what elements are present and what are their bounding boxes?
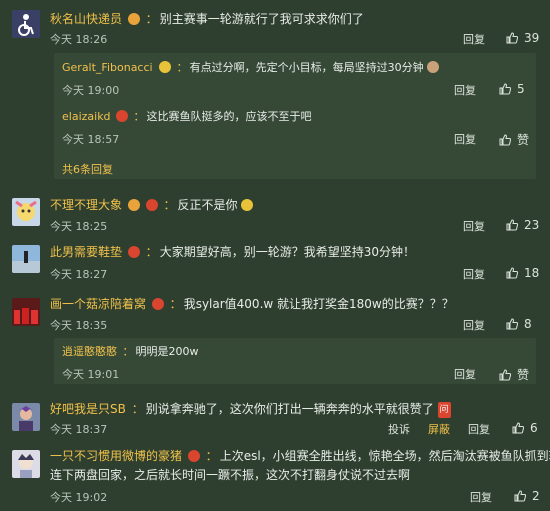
reply-button[interactable]: 回复 [463,266,485,282]
like-button[interactable]: 2 [514,489,540,503]
reply-button[interactable]: 回复 [470,489,492,505]
reply-button[interactable]: 回复 [454,366,476,382]
like-button[interactable]: 赞 [499,131,529,148]
like-button[interactable]: 8 [506,317,532,331]
comment-time: 今天 18:27 [50,268,108,281]
avatar[interactable] [12,450,40,478]
like-button[interactable]: 39 [506,31,539,45]
smiley-badge-icon [159,61,172,73]
thumbs-up-icon [506,318,518,330]
level-badge-icon [116,110,129,122]
avatar[interactable] [12,403,40,431]
comment-username[interactable]: 画一个菇凉陪着窝 [50,297,146,311]
comment-text-continued: 连下两盘回家，之后就长时间一蹶不振，这次不打翻身仗说不过去啊 [50,468,411,482]
comment-username[interactable]: 秋名山快递员 [50,12,122,26]
comment-time: 今天 18:26 [50,33,108,46]
comment-text: 大家期望好高，别一轮游？我希望坚持30分钟！ [159,245,415,259]
avatar[interactable] [12,245,40,273]
comment-time: 今天 19:02 [50,491,108,504]
reply-time: 今天 18:57 [62,133,120,146]
like-count: 5 [517,82,525,96]
thumbs-up-icon [499,83,511,95]
reply-button[interactable]: 回复 [463,218,485,234]
reply-button[interactable]: 回复 [463,31,485,47]
emoji-icon [241,199,254,211]
like-count: 18 [524,266,540,280]
avatar[interactable] [12,198,40,226]
comment-username[interactable]: 好吧我是只SB [50,402,126,416]
like-button[interactable]: 23 [506,218,539,232]
like-count: 6 [530,421,538,435]
comment-time: 今天 18:25 [50,220,108,233]
level-badge-icon [151,298,164,310]
thumbs-up-icon [512,422,524,434]
like-label: 赞 [517,133,530,147]
reply-time: 今天 19:01 [62,368,120,381]
thumbs-up-icon [506,32,518,44]
thumbs-up-icon [506,219,518,231]
like-button[interactable]: 6 [512,421,538,435]
like-label: 赞 [517,368,530,382]
thumbs-up-icon [506,267,518,279]
like-count: 23 [524,218,540,232]
reply-text: 这比赛鱼队挺多的，应该不至于吧 [146,110,312,123]
level-badge-icon [127,246,140,258]
reply-username[interactable]: elaizaikd [62,110,111,123]
comment-username[interactable]: 一只不习惯用微博的豪猪 [50,449,182,463]
comment-text: 别说拿奔驰了，这次你们打出一辆奔奔的水平就很赞了 [145,402,434,416]
reply-text: 明明是200w [135,345,199,358]
reply-time: 今天 19:00 [62,84,120,97]
like-button[interactable]: 5 [499,82,525,96]
report-button[interactable]: 投诉 [388,421,410,437]
comment-text: 反正不是你 [177,198,238,212]
comment-time: 今天 18:37 [50,423,108,436]
like-button[interactable]: 赞 [499,366,529,383]
reply-button[interactable]: 回复 [454,131,476,147]
more-replies-link[interactable]: 共6条回复 [62,161,113,177]
block-button[interactable]: 屏蔽 [428,421,450,437]
like-button[interactable]: 18 [506,266,539,280]
level-badge-icon [187,450,200,462]
like-count: 2 [532,489,540,503]
comment-username[interactable]: 不理不理大象 [50,198,122,212]
like-count: 39 [524,31,540,45]
vip-badge-icon [127,13,140,25]
emoji-icon [427,61,440,73]
reply-username[interactable]: Geralt_Fibonacci [62,61,153,74]
thumbs-up-icon [514,490,526,502]
thumbs-up-icon [499,369,511,381]
avatar[interactable] [12,10,40,38]
like-count: 8 [524,317,532,331]
comment-text: 别主赛事一轮游就行了我可求求你们了 [159,12,364,26]
comment-username[interactable]: 此男需要鞋垫 [50,245,122,259]
reply-button[interactable]: 回复 [468,421,490,437]
avatar[interactable] [12,298,40,326]
reply-button[interactable]: 回复 [463,317,485,333]
comment-text: 我sylar值400.w 就让我打奖金180w的比赛？？？ [183,297,454,311]
vip-badge-icon [127,199,140,211]
comment-text: 上次esl，小组赛全胜出线，惊艳全场，然后淘汰赛被鱼队抓到软肋 [219,449,550,463]
reply-text: 有点过分啊，先定个小目标，每局坚持过30分钟 [189,61,424,74]
thumbs-up-icon [499,134,511,146]
level-badge-icon [145,199,158,211]
comment-time: 今天 18:35 [50,319,108,332]
reply-button[interactable]: 回复 [454,82,476,98]
emoji-tag: 问 [437,402,451,418]
reply-username[interactable]: 逍遥憨憨憨 [62,345,117,358]
